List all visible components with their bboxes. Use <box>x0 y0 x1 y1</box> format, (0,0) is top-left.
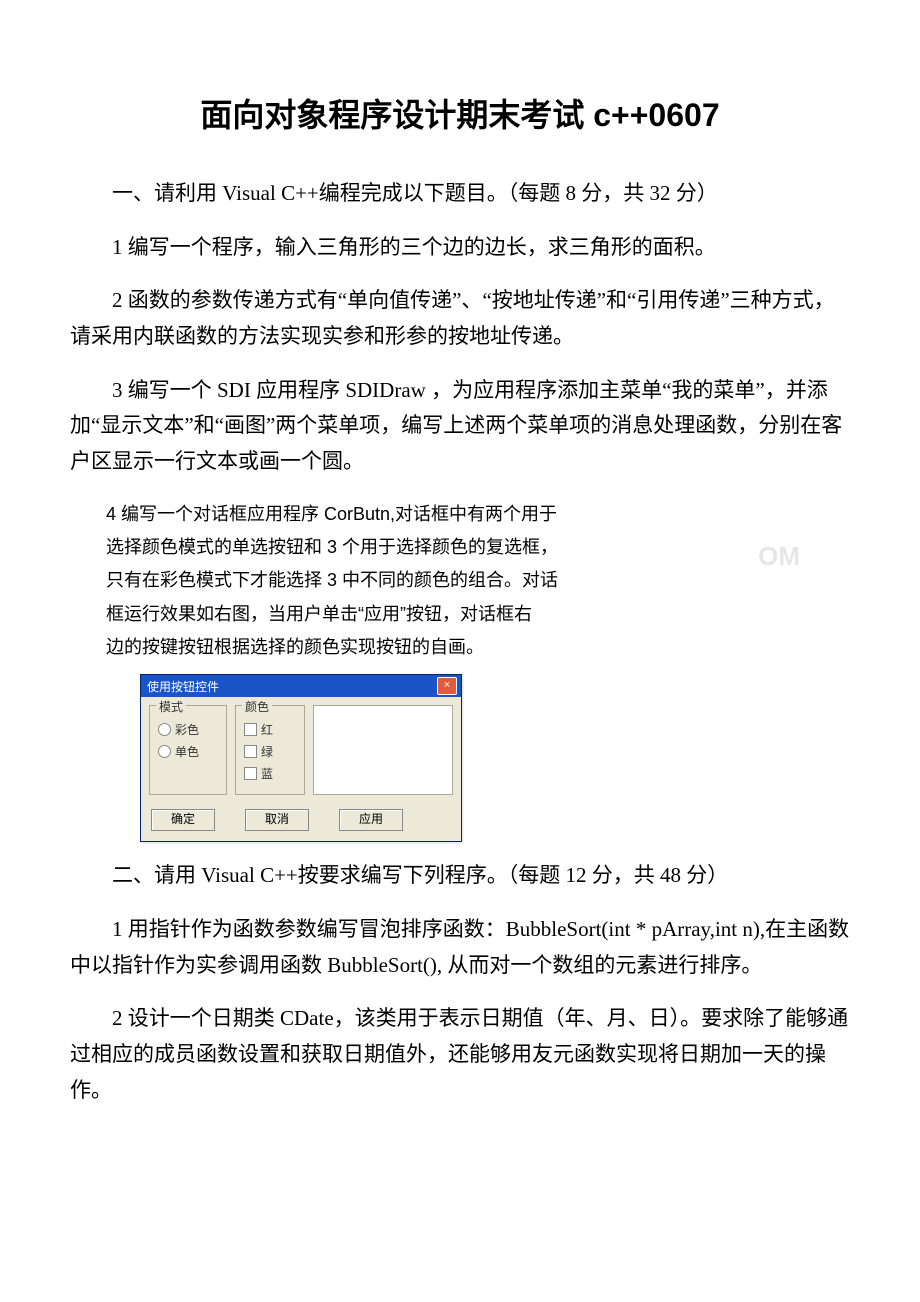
dialog-title: 使用按钮控件 <box>147 678 219 695</box>
q4-line: 只有在彩色模式下才能选择 3 中不同的颜色的组合。对话 <box>70 564 850 597</box>
check-green-label: 绿 <box>261 743 273 760</box>
q4-line: 边的按键按钮根据选择的颜色实现按钮的自画。 <box>70 631 850 664</box>
radio-color-row[interactable]: 彩色 <box>158 721 218 738</box>
section2-q1: 1 用指针作为函数参数编写冒泡排序函数：BubbleSort(int * pAr… <box>70 912 850 983</box>
check-blue-label: 蓝 <box>261 765 273 782</box>
group-mode: 模式 彩色 单色 <box>149 705 227 795</box>
radio-mono-label: 单色 <box>175 743 199 760</box>
dialog-body: 模式 彩色 单色 颜色 红 绿 <box>141 697 461 803</box>
radio-icon <box>158 745 171 758</box>
check-blue-row[interactable]: 蓝 <box>244 765 296 782</box>
section1-q2: 2 函数的参数传递方式有“单向值传递”、“按地址传递”和“引用传递”三种方式， … <box>70 283 850 354</box>
dialog-preview: 使用按钮控件 × 模式 彩色 单色 颜色 红 <box>140 674 462 842</box>
group-color-legend: 颜色 <box>242 698 272 715</box>
preview-panel <box>313 705 453 795</box>
ok-button[interactable]: 确定 <box>151 809 215 831</box>
radio-mono-row[interactable]: 单色 <box>158 743 218 760</box>
section1-heading: 一、请利用 Visual C++编程完成以下题目。（每题 8 分，共 32 分） <box>70 176 850 212</box>
section1-q1: 1 编写一个程序，输入三角形的三个边的边长，求三角形的面积。 <box>70 230 850 266</box>
check-red-label: 红 <box>261 721 273 738</box>
radio-icon <box>158 723 171 736</box>
section2-q2: 2 设计一个日期类 CDate，该类用于表示日期值（年、月、日）。要求除了能够通… <box>70 1001 850 1108</box>
check-green-row[interactable]: 绿 <box>244 743 296 760</box>
group-color: 颜色 红 绿 蓝 <box>235 705 305 795</box>
q4-line: 4 编写一个对话框应用程序 CorButn,对话框中有两个用于 <box>70 498 850 531</box>
cancel-button[interactable]: 取消 <box>245 809 309 831</box>
checkbox-icon <box>244 767 257 780</box>
check-red-row[interactable]: 红 <box>244 721 296 738</box>
dialog-titlebar: 使用按钮控件 × <box>141 675 461 697</box>
apply-button[interactable]: 应用 <box>339 809 403 831</box>
checkbox-icon <box>244 723 257 736</box>
radio-color-label: 彩色 <box>175 721 199 738</box>
close-icon[interactable]: × <box>437 677 457 695</box>
section1-q4: OM 4 编写一个对话框应用程序 CorButn,对话框中有两个用于 选择颜色模… <box>70 498 850 664</box>
section2-heading: 二、请用 Visual C++按要求编写下列程序。（每题 12 分，共 48 分… <box>70 858 850 894</box>
q4-line: 选择颜色模式的单选按钮和 3 个用于选择颜色的复选框， <box>70 531 850 564</box>
checkbox-icon <box>244 745 257 758</box>
q4-line: 框运行效果如右图，当用户单击“应用”按钮，对话框右 <box>70 598 850 631</box>
page-title: 面向对象程序设计期末考试 c++0607 <box>70 90 850 136</box>
dialog-buttons: 确定 取消 应用 <box>141 803 461 841</box>
section1-q3: 3 编写一个 SDI 应用程序 SDIDraw ，为应用程序添加主菜单“我的菜单… <box>70 373 850 480</box>
document-page: 面向对象程序设计期末考试 c++0607 一、请利用 Visual C++编程完… <box>0 0 920 1186</box>
group-mode-legend: 模式 <box>156 698 186 715</box>
